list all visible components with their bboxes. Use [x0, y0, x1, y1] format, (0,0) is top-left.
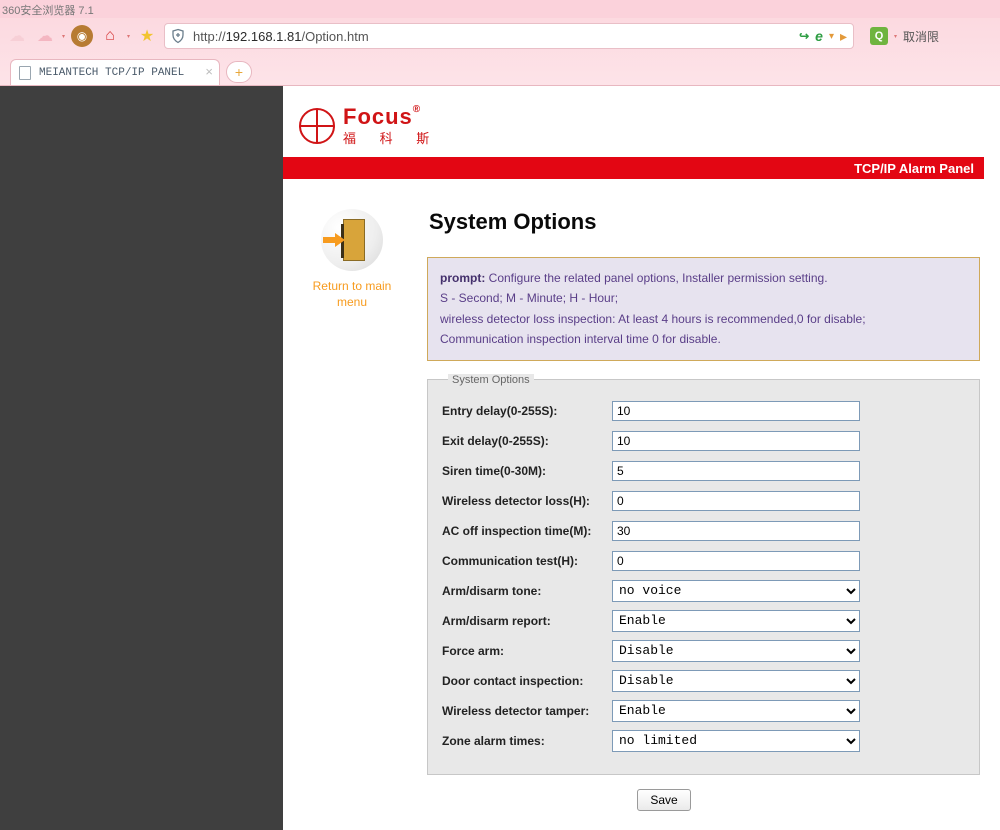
chevron-down-icon[interactable]: ▾ — [829, 31, 834, 42]
label-entry-delay: Entry delay(0-255S): — [442, 404, 612, 418]
page-icon — [19, 66, 31, 80]
play-icon[interactable]: ▸ — [840, 28, 847, 45]
fieldset-legend: System Options — [448, 374, 534, 386]
save-button[interactable]: Save — [637, 789, 691, 811]
content-column: Focus® 福 科 斯 TCP/IP Alarm Panel Return t… — [283, 86, 1000, 830]
cloud-icon-1[interactable]: ☁ — [6, 25, 28, 47]
browser-title: 360安全浏览器 7.1 — [0, 0, 1000, 18]
input-siren-time[interactable] — [612, 461, 860, 481]
logo-mark-icon — [299, 108, 335, 144]
label-siren-time: Siren time(0-30M): — [442, 464, 612, 478]
banner-title: TCP/IP Alarm Panel — [283, 157, 984, 179]
label-exit-delay: Exit delay(0-255S): — [442, 434, 612, 448]
return-link[interactable]: Return to main menu — [297, 279, 407, 310]
tab-title: MEIANTECH TCP/IP PANEL — [39, 67, 184, 79]
globe-icon[interactable]: ◉ — [71, 25, 93, 47]
select-zone-alarm[interactable]: no limited — [612, 730, 860, 752]
prompt-box: prompt: Configure the related panel opti… — [427, 257, 980, 361]
select-force-arm[interactable]: Disable — [612, 640, 860, 662]
star-icon[interactable]: ★ — [136, 25, 158, 47]
label-zone-alarm: Zone alarm times: — [442, 734, 612, 748]
input-entry-delay[interactable] — [612, 401, 860, 421]
left-gutter — [0, 86, 283, 830]
search-engine-icon[interactable]: Q — [870, 27, 888, 45]
home-icon[interactable]: ⌂ — [99, 25, 121, 47]
tab-meiantech[interactable]: MEIANTECH TCP/IP PANEL × — [10, 59, 220, 85]
return-icon[interactable] — [321, 209, 383, 271]
input-wireless-loss[interactable] — [612, 491, 860, 511]
system-options-fieldset: System Options Entry delay(0-255S): Exit… — [427, 379, 980, 775]
label-comm-test: Communication test(H): — [442, 554, 612, 568]
label-force-arm: Force arm: — [442, 644, 612, 658]
label-arm-report: Arm/disarm report: — [442, 614, 612, 628]
input-comm-test[interactable] — [612, 551, 860, 571]
ie-icon[interactable]: e — [815, 28, 823, 44]
label-tamper: Wireless detector tamper: — [442, 704, 612, 718]
page-heading: System Options — [429, 209, 980, 235]
shield-icon — [169, 27, 187, 45]
select-arm-tone[interactable]: no voice — [612, 580, 860, 602]
browser-toolbar: ☁ ☁ ▾ ◉ ⌂ ▾ ★ http://192.168.1.81/Option… — [0, 18, 1000, 54]
new-tab-button[interactable]: + — [226, 61, 252, 83]
close-tab-icon[interactable]: × — [205, 65, 213, 80]
select-arm-report[interactable]: Enable — [612, 610, 860, 632]
cancel-text[interactable]: 取消限 — [903, 28, 939, 45]
url-text: http://192.168.1.81/Option.htm — [193, 29, 793, 44]
logo: Focus® 福 科 斯 — [283, 86, 1000, 153]
address-bar[interactable]: http://192.168.1.81/Option.htm ↪ e ▾ ▸ — [164, 23, 854, 49]
share-icon[interactable]: ↪ — [799, 29, 809, 43]
select-door-contact[interactable]: Disable — [612, 670, 860, 692]
label-wireless-loss: Wireless detector loss(H): — [442, 494, 612, 508]
label-door-contact: Door contact inspection: — [442, 674, 612, 688]
cloud-icon-2[interactable]: ☁ — [34, 25, 56, 47]
select-tamper[interactable]: Enable — [612, 700, 860, 722]
input-exit-delay[interactable] — [612, 431, 860, 451]
label-ac-off: AC off inspection time(M): — [442, 524, 612, 538]
label-arm-tone: Arm/disarm tone: — [442, 584, 612, 598]
page-body: Focus® 福 科 斯 TCP/IP Alarm Panel Return t… — [0, 86, 1000, 830]
input-ac-off[interactable] — [612, 521, 860, 541]
tab-strip: MEIANTECH TCP/IP PANEL × + — [0, 54, 1000, 86]
